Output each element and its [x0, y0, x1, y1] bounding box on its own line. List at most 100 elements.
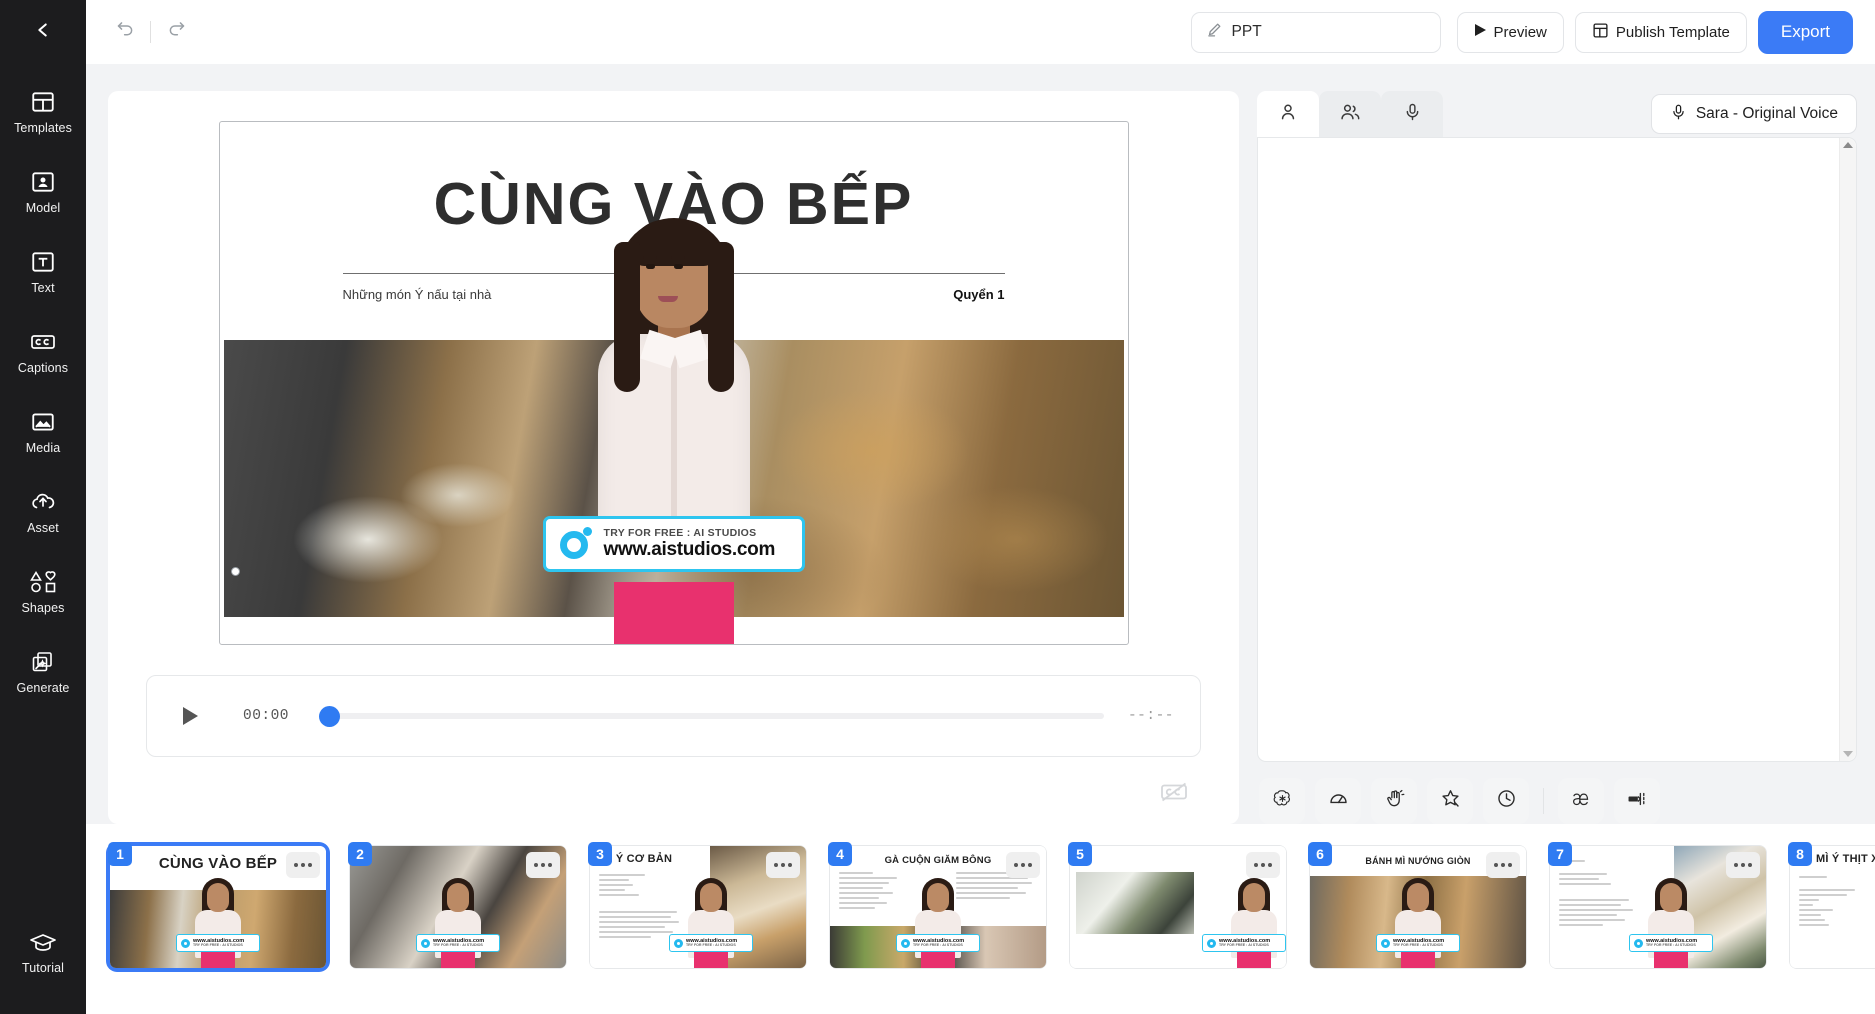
single-person-icon	[1278, 102, 1298, 127]
editor-pane: CÙNG VÀO BẾP Những món Ý nấu tại nhà Quy…	[108, 91, 1239, 824]
thumbnail-watermark: www.aistudios.com TRY FOR FREE : AI STUDI…	[1202, 934, 1286, 952]
avatar-brow-left	[642, 256, 657, 259]
player-play-button[interactable]	[173, 699, 207, 733]
canvas-tools-bar	[128, 757, 1219, 815]
avatar-hair-front	[630, 220, 717, 266]
voice-selector-chip[interactable]: Sara - Original Voice	[1650, 94, 1857, 134]
slide-thumbnail[interactable]: 6 BÁNH MÌ NƯỚNG GIÒN www.aistudios.com TR…	[1308, 842, 1526, 968]
sidebar-item-templates[interactable]: Templates	[0, 78, 86, 144]
shapes-icon	[28, 567, 58, 597]
project-name-input[interactable]: PPT	[1190, 11, 1441, 53]
caret-up-icon[interactable]	[1843, 142, 1853, 148]
captions-off-button[interactable]	[1153, 773, 1195, 815]
tab-voice-recording[interactable]	[1381, 91, 1443, 137]
publish-template-label: Publish Template	[1615, 23, 1730, 41]
sidebar-item-generate[interactable]: Generate	[0, 638, 86, 704]
publish-template-button[interactable]: Publish Template	[1574, 11, 1747, 53]
pause-timing-button[interactable]	[1483, 778, 1529, 824]
slide-thumbnail[interactable]: 7 www.aistudios.com TRY FOR FREE: AI ST…	[1548, 842, 1766, 968]
redo-button[interactable]	[155, 11, 197, 53]
thumbnail-watermark: www.aistudios.com TRY FOR FREE : AI STUDI…	[416, 934, 500, 952]
slide-thumbnail[interactable]: 8 MÌ Ý THỊT XÔ www.aistud	[1788, 842, 1875, 968]
slide-number-badge: 6	[1308, 842, 1332, 866]
slide-thumbnail[interactable]: 5 www.aistudios.com TRY FOR FREE : AI STU…	[1068, 842, 1286, 968]
slide-thumbnail[interactable]: 1 CÙNG VÀO BẾP www.aistudios.com TRY FOR …	[108, 842, 326, 968]
pronunciation-button[interactable]	[1558, 778, 1604, 824]
thumbnail-watermark: www.aistudios.com TRY FOR FREE : AI STUDI…	[896, 934, 980, 952]
sidebar-item-asset[interactable]: Asset	[0, 478, 86, 544]
top-header: PPT Preview Publish Template Export	[86, 0, 1875, 64]
preview-button[interactable]: Preview	[1456, 11, 1564, 53]
thumbnail-menu-button[interactable]	[526, 852, 560, 878]
captions-icon	[28, 327, 58, 357]
thumbnail-text-lines	[1559, 860, 1633, 929]
thumbnail-menu-button[interactable]	[286, 852, 320, 878]
thumbnail-watermark: www.aistudios.com TRY FOR FREE : AI STUDI…	[176, 934, 260, 952]
script-panel-top: Sara - Original Voice	[1257, 91, 1857, 137]
script-scrollbar[interactable]	[1839, 138, 1856, 761]
undo-button[interactable]	[104, 11, 146, 53]
sidebar-item-text[interactable]: Text	[0, 238, 86, 304]
thumbnail-text-lines	[839, 872, 897, 912]
caret-down-icon[interactable]	[1843, 751, 1853, 757]
thumbnail-menu-button[interactable]	[1246, 852, 1280, 878]
template-grid-icon	[1592, 22, 1609, 43]
script-editor-body	[1257, 137, 1857, 762]
thumbnail-menu-button[interactable]	[1006, 852, 1040, 878]
thumbnail-menu-button[interactable]	[766, 852, 800, 878]
slide-subtitle-right[interactable]: Quyển 1	[953, 287, 1004, 302]
tab-single-speaker[interactable]	[1257, 91, 1319, 137]
slide-number-badge: 8	[1788, 842, 1812, 866]
player-scrubber[interactable]	[319, 705, 1104, 727]
sidebar-item-tutorial[interactable]: Tutorial	[0, 918, 86, 984]
slide-thumbnail-strip[interactable]: 1 CÙNG VÀO BẾP www.aistudios.com TRY FOR …	[86, 824, 1875, 1014]
slide-thumbnail[interactable]: 3 MÌ Ý CƠ BẢN www.aistudios.com TRY FOR …	[588, 842, 806, 968]
player-knob[interactable]	[319, 705, 341, 727]
selection-handle[interactable]	[230, 567, 240, 576]
slide-canvas[interactable]: CÙNG VÀO BẾP Những món Ý nấu tại nhà Quy…	[218, 121, 1129, 645]
sparkle-star-icon	[1440, 788, 1461, 814]
avatar-eye-right	[673, 264, 683, 269]
gesture-button[interactable]	[1371, 778, 1417, 824]
slide-number-badge: 1	[108, 842, 132, 866]
line-break-button[interactable]	[1614, 778, 1660, 824]
chevron-left-icon	[32, 19, 54, 46]
canvas-wrapper: CÙNG VÀO BẾP Những món Ý nấu tại nhà Quy…	[128, 103, 1219, 645]
sidebar-item-model[interactable]: Model	[0, 158, 86, 224]
left-sidebar: Templates Model Text Captions Media Asse…	[0, 0, 86, 1014]
player-current-time: 00:00	[243, 708, 290, 724]
tab-multi-speaker[interactable]	[1319, 91, 1381, 137]
player-track[interactable]	[319, 713, 1104, 719]
play-icon	[182, 707, 198, 725]
sidebar-item-captions[interactable]: Captions	[0, 318, 86, 384]
app-root: Templates Model Text Captions Media Asse…	[0, 0, 1875, 1014]
script-textarea[interactable]	[1258, 138, 1839, 761]
speed-button[interactable]	[1315, 778, 1361, 824]
microphone-icon	[1670, 103, 1687, 126]
thumbnail-menu-button[interactable]	[1486, 852, 1520, 878]
clock-icon	[1496, 788, 1517, 814]
slide-thumbnail[interactable]: 2 www.aistudios.com TRY FOR FREE : AI STU…	[348, 842, 566, 968]
sidebar-item-media[interactable]: Media	[0, 398, 86, 464]
sidebar-item-label: Model	[25, 201, 61, 215]
ai-assist-button[interactable]	[1259, 778, 1305, 824]
sidebar-item-label: Generate	[16, 681, 70, 695]
sidebar-item-shapes[interactable]: Shapes	[0, 558, 86, 624]
speed-gauge-icon	[1328, 788, 1349, 814]
sidebar-item-label: Shapes	[21, 601, 65, 615]
sidebar-item-label: Text	[31, 281, 55, 295]
text-icon	[28, 247, 58, 277]
slide-number-badge: 4	[828, 842, 852, 866]
thumbnail-menu-button[interactable]	[1726, 852, 1760, 878]
back-button[interactable]	[0, 0, 86, 64]
watermark-top-text: TRY FOR FREE : AI STUDIOS	[603, 527, 757, 539]
effects-button[interactable]	[1427, 778, 1473, 824]
graduation-cap-icon	[28, 927, 58, 957]
slide-subtitle-left[interactable]: Những món Ý nấu tại nhà	[343, 287, 492, 302]
avatar-presenter[interactable]	[584, 204, 764, 644]
redo-icon	[166, 19, 187, 45]
script-panel-tabs	[1257, 91, 1443, 137]
slide-thumbnail[interactable]: 4 GÀ CUỘN GIĂM BÔNG www.aistudios.com TR…	[828, 842, 1046, 968]
export-button[interactable]: Export	[1757, 10, 1853, 54]
player-total-time: --:--	[1127, 708, 1174, 724]
